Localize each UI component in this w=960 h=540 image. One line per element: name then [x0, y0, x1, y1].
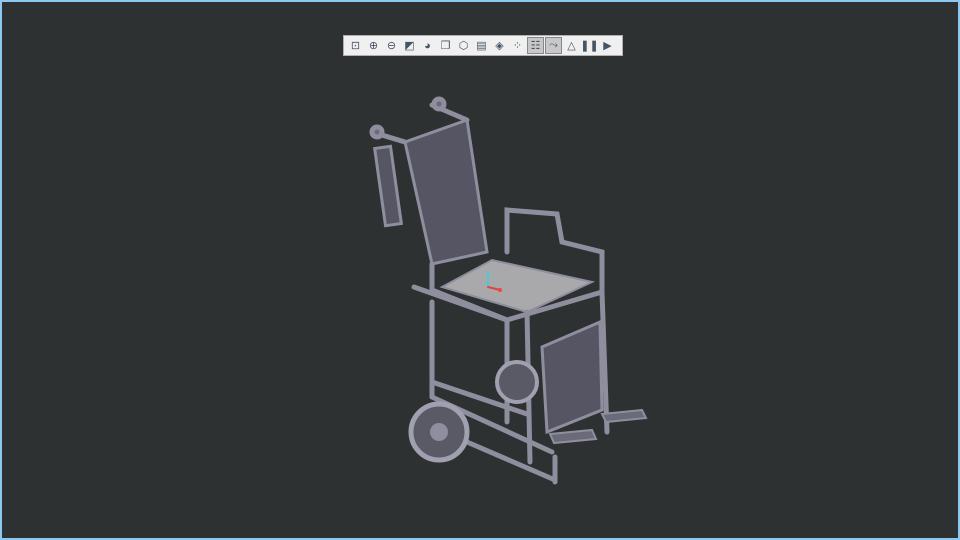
explode-icon: ⁘: [512, 40, 523, 52]
shading-icon: ◕: [424, 39, 431, 52]
shading-button[interactable]: ◕: [419, 37, 436, 54]
zoom-in-icon: ⊕: [368, 40, 379, 52]
transparency-icon: ◈: [495, 40, 504, 52]
tree-button[interactable]: ☷: [527, 37, 544, 54]
zoom-fit-button[interactable]: ⊡: [347, 37, 364, 54]
leg-rest: [540, 319, 604, 435]
connections-icon: ⤳: [549, 39, 558, 51]
pause-button[interactable]: ❚❚: [580, 37, 599, 54]
iso-view-icon: ⬡: [458, 40, 469, 52]
armrest-pad: [372, 144, 404, 228]
zoom-out-button[interactable]: ⊖: [383, 37, 400, 54]
hidden-icon: △: [567, 40, 576, 52]
next-button[interactable]: ▶: [599, 37, 616, 54]
capture-icon: ▤: [476, 40, 487, 52]
3d-viewport[interactable]: [2, 62, 958, 538]
view-cube-icon: ❒: [440, 40, 451, 52]
normal-view-icon: ◩: [404, 40, 415, 52]
backrest: [403, 117, 489, 266]
zoom-out-icon: ⊖: [386, 40, 397, 52]
transparency-button[interactable]: ◈: [491, 37, 508, 54]
zoom-in-button[interactable]: ⊕: [365, 37, 382, 54]
explode-button[interactable]: ⁘: [509, 37, 526, 54]
hidden-button[interactable]: △: [563, 37, 580, 54]
pause-icon: ❚❚: [580, 40, 599, 52]
connections-button[interactable]: ⤳: [545, 37, 562, 54]
view-cube-button[interactable]: ❒: [437, 37, 454, 54]
footrest-left: [548, 428, 598, 445]
cad-viewer-window: ⊡ ⊕ ⊖ ◩ ◕ ❒ ⬡ ▤ ◈ ⁘ ☷ ⤳ △ ❚❚ ▶: [0, 0, 960, 540]
view-toolbar: ⊡ ⊕ ⊖ ◩ ◕ ❒ ⬡ ▤ ◈ ⁘ ☷ ⤳ △ ❚❚ ▶: [343, 35, 623, 56]
tree-icon: ☷: [530, 40, 541, 52]
back-wheel: [495, 360, 539, 404]
wheelchair-model: [369, 96, 648, 485]
capture-button[interactable]: ▤: [473, 37, 490, 54]
normal-view-button[interactable]: ◩: [401, 37, 418, 54]
next-icon: ▶: [603, 40, 612, 52]
iso-view-button[interactable]: ⬡: [455, 37, 472, 54]
zoom-fit-icon: ⊡: [350, 40, 361, 52]
